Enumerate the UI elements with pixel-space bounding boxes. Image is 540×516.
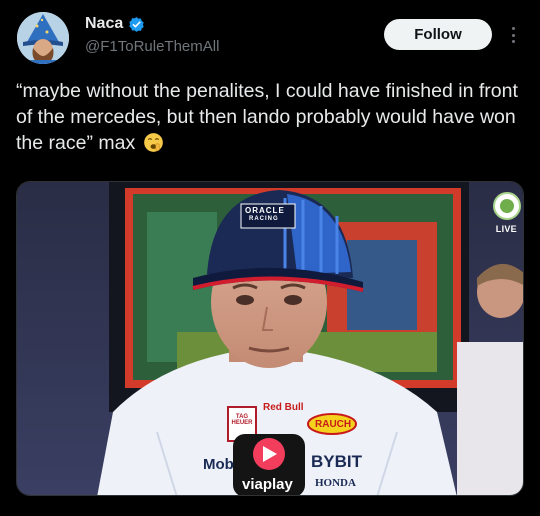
honda-sponsor: HONDA bbox=[315, 477, 356, 489]
live-badge: LIVE bbox=[496, 192, 517, 234]
tweet-body: “maybe without the penalites, I could ha… bbox=[16, 80, 518, 154]
author-display-name[interactable]: Naca bbox=[85, 15, 123, 33]
bybit-sponsor: BYBIT bbox=[311, 452, 362, 471]
avatar-image bbox=[17, 12, 69, 64]
tweet-media-image[interactable]: ORACLE RACING Red Bull TAG HEUER RAUCH M… bbox=[16, 181, 524, 496]
redbull-sponsor: Red Bull bbox=[263, 402, 304, 413]
more-options-icon[interactable] bbox=[505, 24, 521, 46]
follow-button[interactable]: Follow bbox=[384, 19, 492, 50]
cap-brand-label: ORACLE bbox=[245, 206, 285, 215]
verified-badge-icon bbox=[129, 16, 144, 32]
tweet-text: “maybe without the penalites, I could ha… bbox=[16, 78, 526, 156]
interview-scene bbox=[17, 182, 523, 495]
author-handle[interactable]: @F1ToRuleThemAll bbox=[85, 38, 219, 55]
mobil-sponsor: Mob bbox=[203, 456, 234, 473]
shushing-face-emoji-icon bbox=[143, 133, 163, 152]
cap-sub-label: RACING bbox=[249, 216, 279, 222]
viaplay-mic-label: viaplay bbox=[242, 476, 293, 493]
avatar[interactable] bbox=[17, 12, 69, 64]
live-label: LIVE bbox=[495, 224, 517, 234]
rauch-sponsor: RAUCH bbox=[315, 419, 352, 430]
tag-heuer-sponsor: TAG HEUER bbox=[231, 414, 253, 426]
